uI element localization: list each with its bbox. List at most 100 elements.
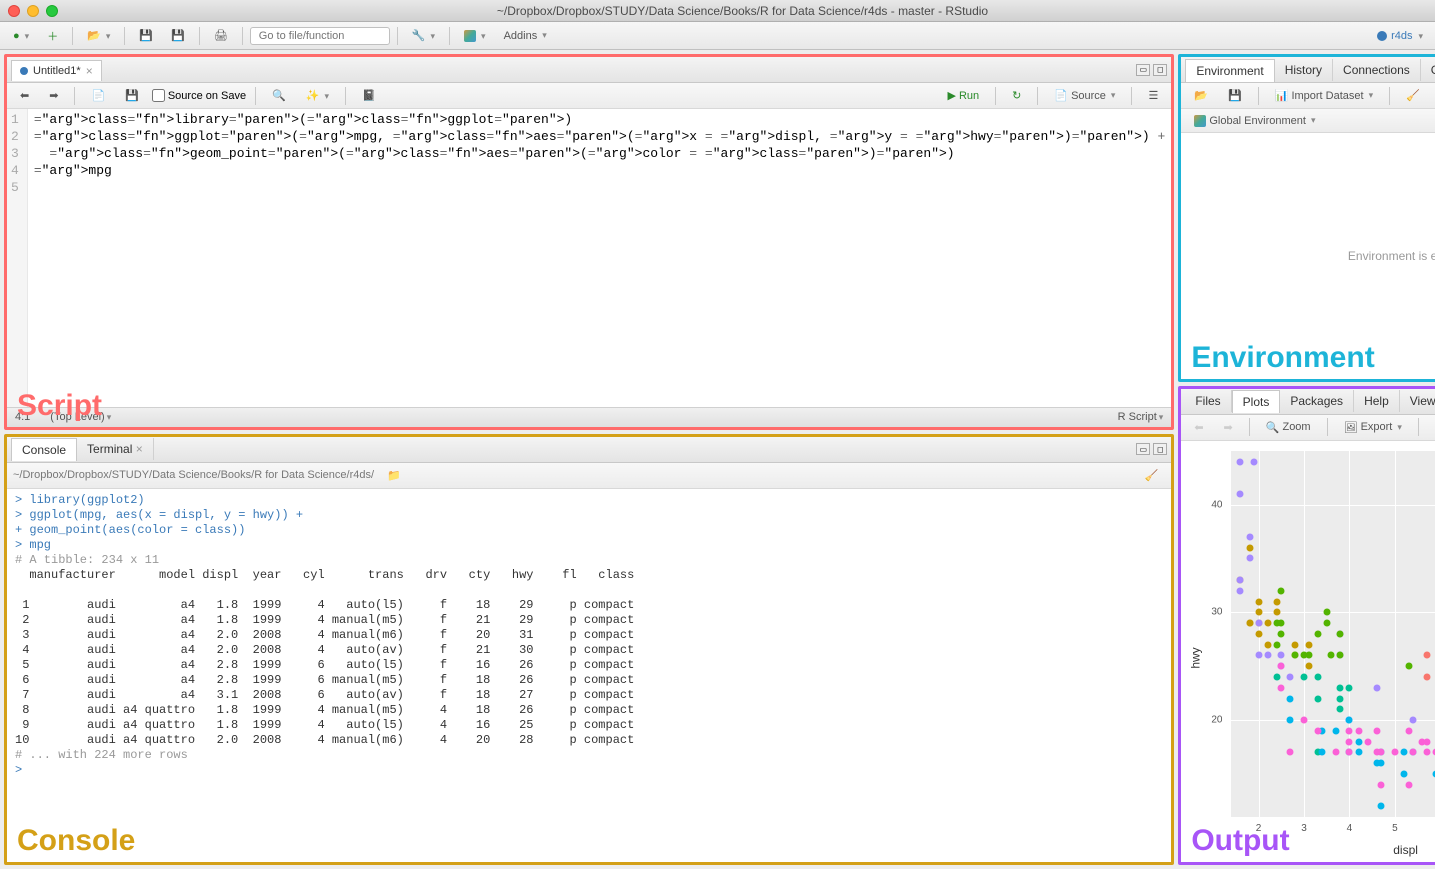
remove-plot-button[interactable]: ⊘	[1428, 418, 1435, 437]
data-point	[1373, 727, 1380, 734]
find-button[interactable]: 🔍	[265, 86, 293, 105]
tab-environment[interactable]: Environment	[1185, 59, 1274, 82]
forward-button[interactable]: ➡	[42, 86, 65, 105]
close-tab-button[interactable]: ×	[86, 64, 93, 78]
save-button[interactable]: 💾	[132, 26, 160, 45]
project-selector[interactable]: r4ds	[1371, 28, 1429, 44]
window-close-button[interactable]	[8, 5, 20, 17]
back-button[interactable]: ⬅	[13, 86, 36, 105]
goto-file-input[interactable]	[250, 27, 390, 45]
tab-terminal[interactable]: Terminal ×	[77, 438, 154, 460]
data-point	[1346, 727, 1353, 734]
data-point	[1405, 727, 1412, 734]
tab-viewer[interactable]: Viewer	[1400, 390, 1435, 412]
data-point	[1346, 684, 1353, 691]
data-point	[1328, 652, 1335, 659]
open-file-button[interactable]: 📂	[80, 26, 117, 45]
data-point	[1246, 544, 1253, 551]
data-point	[1423, 673, 1430, 680]
addins-button[interactable]: Addins	[497, 27, 554, 45]
tab-connections[interactable]: Connections	[1333, 59, 1421, 81]
run-button[interactable]: ▶ Run	[940, 86, 986, 105]
tools-button[interactable]: 🔧	[405, 26, 442, 45]
data-point	[1251, 458, 1258, 465]
source-button[interactable]: 📄 Source	[1047, 86, 1122, 105]
data-point	[1287, 749, 1294, 756]
data-point	[1237, 587, 1244, 594]
show-document-button[interactable]: 📄	[84, 86, 112, 105]
source-on-save-checkbox[interactable]: Source on Save	[152, 89, 246, 102]
console-output[interactable]: > library(ggplot2) > ggplot(mpg, aes(x =…	[7, 489, 1171, 862]
source-file-tab[interactable]: Untitled1*×	[11, 60, 102, 81]
rerun-button[interactable]: ↻	[1005, 86, 1028, 105]
plot-next-button[interactable]: ➡	[1217, 418, 1240, 437]
data-point	[1410, 717, 1417, 724]
data-point	[1314, 630, 1321, 637]
plot-viewer: hwy displ class 2seatercompactmidsizemin…	[1181, 441, 1435, 862]
data-point	[1237, 490, 1244, 497]
data-point	[1264, 652, 1271, 659]
new-project-button[interactable]: ＋	[40, 25, 65, 47]
data-point	[1278, 652, 1285, 659]
maximize-pane-button[interactable]: ◻	[1153, 443, 1167, 455]
tab-history[interactable]: History	[1275, 59, 1333, 81]
browse-dir-button[interactable]: 📁	[380, 466, 408, 485]
minimize-pane-button[interactable]: ▭	[1136, 64, 1150, 76]
tab-console[interactable]: Console	[11, 438, 77, 461]
window-zoom-button[interactable]	[46, 5, 58, 17]
y-tick: 30	[1211, 607, 1222, 618]
build-button[interactable]	[457, 27, 493, 45]
outline-button[interactable]: ☰	[1141, 86, 1165, 105]
window-minimize-button[interactable]	[27, 5, 39, 17]
y-tick: 40	[1211, 499, 1222, 510]
data-point	[1423, 749, 1430, 756]
code-editor[interactable]: 12345 ="arg">class="fn">library="paren">…	[7, 109, 1171, 407]
tab-plots[interactable]: Plots	[1232, 390, 1281, 413]
data-point	[1237, 577, 1244, 584]
tab-packages[interactable]: Packages	[1280, 390, 1354, 412]
new-file-button[interactable]: ●	[6, 27, 36, 45]
file-type-selector[interactable]: R Script	[1118, 411, 1164, 423]
r-env-icon	[1194, 115, 1206, 127]
output-pane: FilesPlotsPackagesHelpViewer▭◻ ⬅ ➡ 🔍 Zoo…	[1178, 386, 1435, 865]
tab-help[interactable]: Help	[1354, 390, 1400, 412]
plot-prev-button[interactable]: ⬅	[1187, 418, 1210, 437]
data-point	[1405, 663, 1412, 670]
data-point	[1337, 706, 1344, 713]
minimize-pane-button[interactable]: ▭	[1136, 443, 1150, 455]
scope-selector[interactable]: (Top Level)	[50, 411, 111, 423]
clear-workspace-button[interactable]: 🧹	[1399, 86, 1427, 105]
load-workspace-button[interactable]: 📂	[1187, 86, 1215, 105]
print-button[interactable]: 🖨	[207, 26, 235, 45]
window-titlebar: ~/Dropbox/Dropbox/STUDY/Data Science/Boo…	[0, 0, 1435, 22]
data-point	[1278, 620, 1285, 627]
zoom-button[interactable]: 🔍 Zoom	[1259, 418, 1318, 437]
import-dataset-button[interactable]: 📊 Import Dataset	[1268, 86, 1380, 105]
data-point	[1337, 695, 1344, 702]
tab-files[interactable]: Files	[1185, 390, 1231, 412]
data-point	[1378, 760, 1385, 767]
y-tick: 20	[1211, 715, 1222, 726]
x-tick: 5	[1392, 823, 1398, 834]
window-title: ~/Dropbox/Dropbox/STUDY/Data Science/Boo…	[58, 4, 1427, 18]
r-project-icon	[1377, 31, 1387, 41]
save-source-button[interactable]: 💾	[118, 86, 146, 105]
data-point	[1423, 652, 1430, 659]
save-all-button[interactable]: 💾	[164, 26, 192, 45]
save-workspace-button[interactable]: 💾	[1221, 86, 1249, 105]
env-scope-selector[interactable]: Global Environment	[1187, 112, 1322, 130]
export-button[interactable]: 🖼 Export	[1337, 418, 1409, 437]
data-point	[1305, 641, 1312, 648]
data-point	[1273, 598, 1280, 605]
data-point	[1255, 630, 1262, 637]
data-point	[1255, 609, 1262, 616]
package-icon	[464, 30, 476, 42]
compile-report-button[interactable]: 📓	[355, 86, 383, 105]
code-tools-button[interactable]: ✨	[299, 86, 336, 105]
data-point	[1332, 727, 1339, 734]
maximize-pane-button[interactable]: ◻	[1153, 64, 1167, 76]
data-point	[1378, 803, 1385, 810]
tab-git[interactable]: Git	[1421, 59, 1435, 81]
data-point	[1410, 749, 1417, 756]
clear-console-button[interactable]: 🧹	[1138, 466, 1166, 485]
